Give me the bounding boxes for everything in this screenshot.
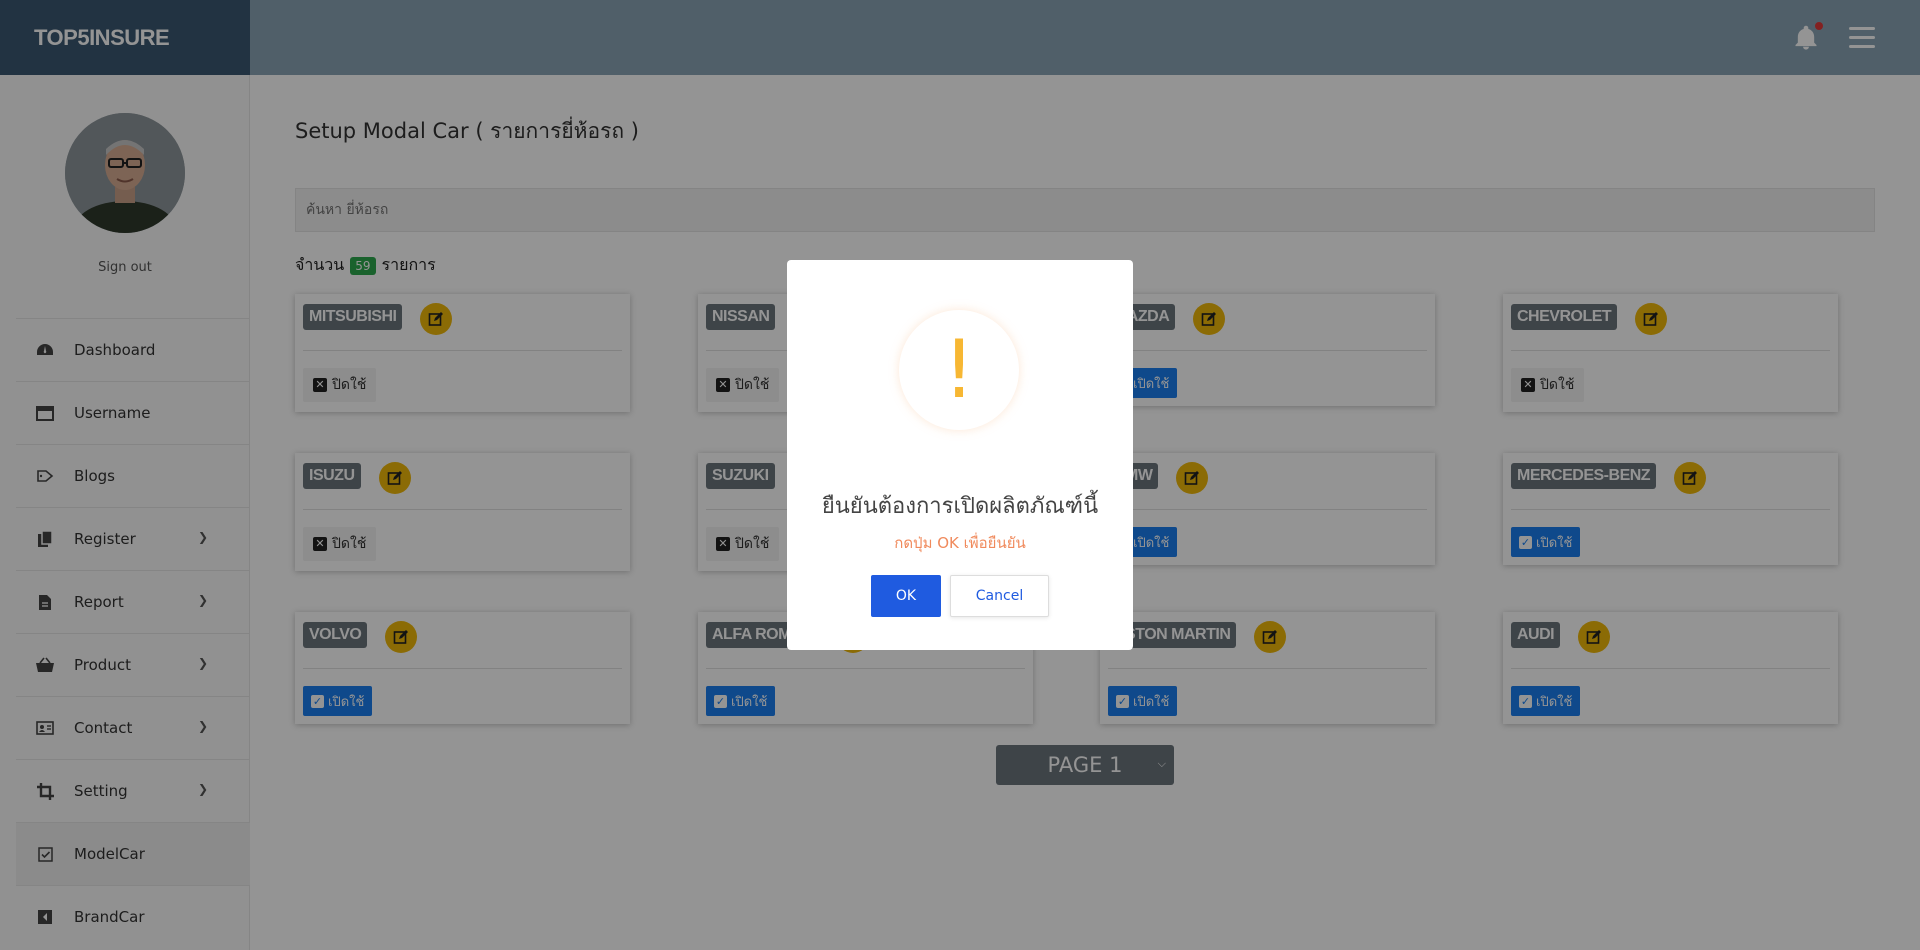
dialog-title: ยืนยันต้องการเปิดผลิตภัณฑ์นี้ xyxy=(821,494,1099,519)
warning-icon-glyph: ! xyxy=(942,323,976,416)
ok-button[interactable]: OK xyxy=(871,575,941,617)
dialog-text: กดปุ่ม OK เพื่อยืนยัน xyxy=(894,534,1026,552)
cancel-button[interactable]: Cancel xyxy=(950,575,1049,617)
confirm-dialog: ! ยืนยันต้องการเปิดผลิตภัณฑ์นี้ กดปุ่ม O… xyxy=(787,260,1133,650)
warning-icon: ! xyxy=(899,310,1019,430)
